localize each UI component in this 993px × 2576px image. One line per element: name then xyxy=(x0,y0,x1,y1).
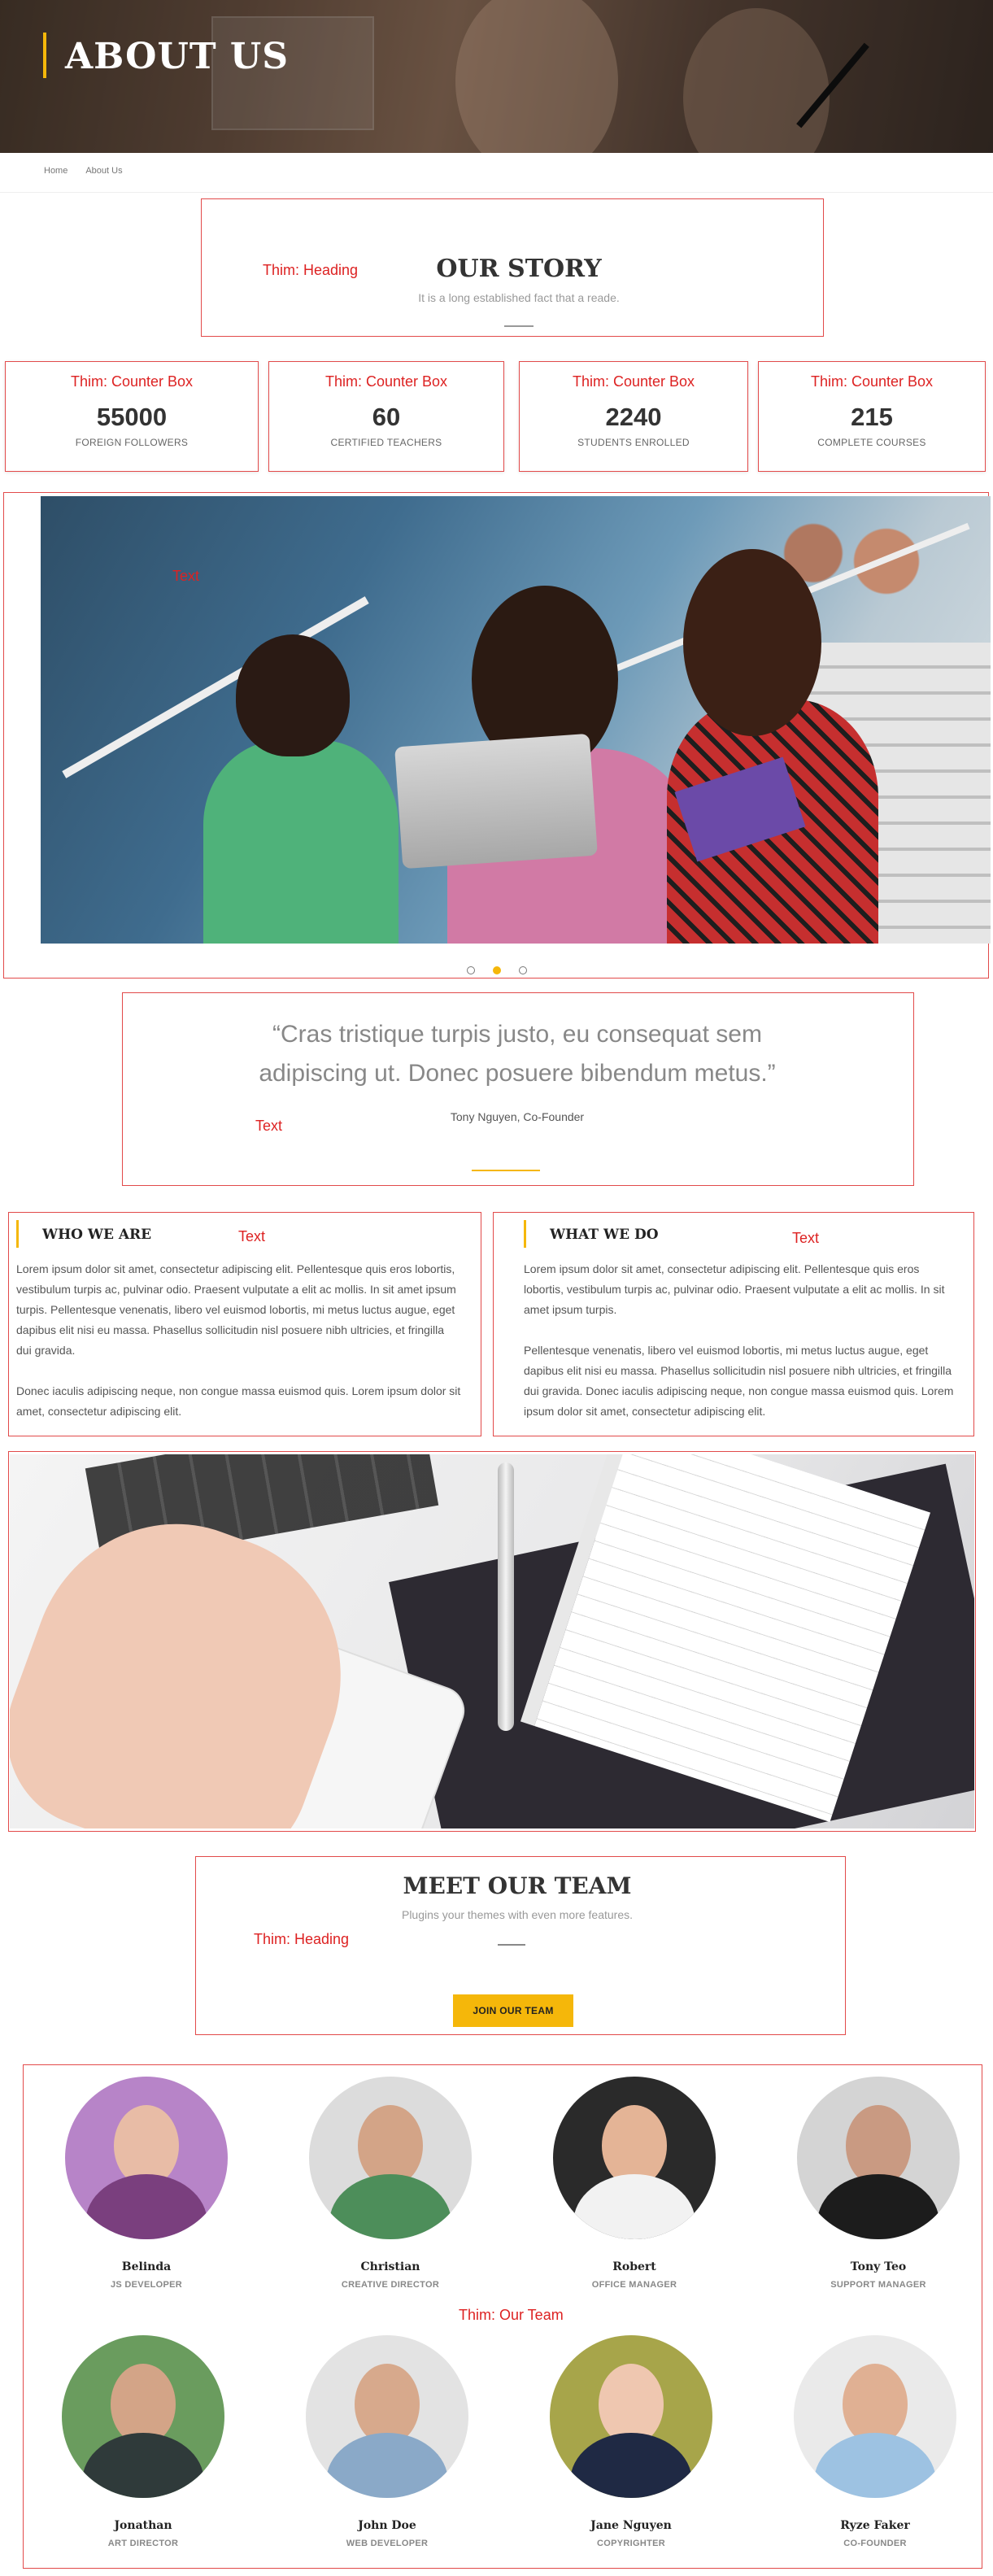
student-head xyxy=(683,549,821,736)
pen xyxy=(498,1462,514,1731)
member-name: Jonathan xyxy=(114,2519,172,2532)
counter-widget-label: Thim: Counter Box xyxy=(324,373,448,390)
avatar xyxy=(309,2077,472,2239)
team-member[interactable]: Robert OFFICE MANAGER xyxy=(529,2077,740,2290)
slider-dot[interactable] xyxy=(466,966,475,974)
member-name: Robert xyxy=(612,2260,656,2273)
member-role: JS DEVELOPER xyxy=(111,2280,182,2290)
avatar xyxy=(797,2077,960,2239)
counter-box: Thim: Counter Box 215 COMPLETE COURSES xyxy=(758,361,986,472)
team-member[interactable]: Jonathan ART DIRECTOR xyxy=(37,2335,249,2548)
member-name: Jane Nguyen xyxy=(590,2519,672,2532)
slider-dot[interactable] xyxy=(518,966,527,974)
member-name: John Doe xyxy=(358,2519,416,2532)
counter-value: 60 xyxy=(372,403,401,431)
student-head xyxy=(236,634,350,756)
team-list-widget-label: Thim: Our Team xyxy=(459,2307,564,2323)
testimonial-author: Tony Nguyen, Co-Founder xyxy=(450,1110,585,1123)
counter-caption: COMPLETE COURSES xyxy=(817,437,926,448)
join-our-team-button[interactable]: JOIN OUR TEAM xyxy=(453,1994,573,2027)
avatar xyxy=(794,2335,956,2498)
team-member[interactable]: Jane Nguyen COPYRIGHTER xyxy=(525,2335,737,2548)
member-name: Ryze Faker xyxy=(840,2519,910,2532)
counter-box: Thim: Counter Box 2240 STUDENTS ENROLLED xyxy=(519,361,748,472)
member-name: Christian xyxy=(360,2260,420,2273)
what-we-do-accent xyxy=(524,1220,526,1248)
avatar xyxy=(550,2335,712,2498)
breadcrumb-divider xyxy=(0,192,993,193)
what-we-do-paragraph: Lorem ipsum dolor sit amet, consectetur … xyxy=(524,1262,945,1316)
slider-pagination xyxy=(0,966,993,974)
member-role: ART DIRECTOR xyxy=(107,2539,179,2548)
hero-banner: ABOUT US xyxy=(0,0,993,153)
avatar xyxy=(306,2335,468,2498)
team-divider xyxy=(498,1944,525,1946)
member-role: CREATIVE DIRECTOR xyxy=(341,2280,440,2290)
team-member[interactable]: John Doe WEB DEVELOPER xyxy=(281,2335,493,2548)
who-we-are-paragraph: Lorem ipsum dolor sit amet, consectetur … xyxy=(16,1262,456,1357)
counter-value: 2240 xyxy=(605,403,662,431)
breadcrumb: Home About Us xyxy=(44,166,123,176)
what-we-do-title: WHAT WE DO xyxy=(550,1227,659,1243)
slider-dot-active[interactable] xyxy=(492,966,501,974)
member-role: WEB DEVELOPER xyxy=(346,2539,429,2548)
team-title: MEET OUR TEAM xyxy=(403,1872,632,1899)
who-we-are-widget-label: Text xyxy=(238,1228,266,1244)
member-role: OFFICE MANAGER xyxy=(591,2280,677,2290)
counter-value: 55000 xyxy=(96,403,168,431)
students-slider-image xyxy=(41,496,991,944)
team-member[interactable]: Ryze Faker CO-FOUNDER xyxy=(769,2335,981,2548)
quote-line: “Cras tristique turpis justo, eu consequ… xyxy=(272,1021,762,1048)
testimonial-divider xyxy=(472,1170,540,1171)
member-role: SUPPORT MANAGER xyxy=(830,2280,926,2290)
avatar xyxy=(65,2077,228,2239)
breadcrumb-current: About Us xyxy=(85,166,123,176)
story-subtitle: It is a long established fact that a rea… xyxy=(418,291,620,304)
story-title: OUR STORY xyxy=(436,255,602,283)
counter-caption: STUDENTS ENROLLED xyxy=(577,437,690,448)
member-role: COPYRIGHTER xyxy=(597,2539,665,2548)
counter-widget-label: Thim: Counter Box xyxy=(572,373,695,390)
team-member[interactable]: Tony Teo SUPPORT MANAGER xyxy=(773,2077,984,2290)
avatar xyxy=(553,2077,716,2239)
laptop xyxy=(394,733,598,870)
desk-image xyxy=(10,1454,974,1828)
counter-value: 215 xyxy=(851,403,893,431)
what-we-do-paragraph: Pellentesque venenatis, libero vel euism… xyxy=(524,1344,954,1418)
team-subtitle: Plugins your themes with even more featu… xyxy=(401,1908,634,1921)
member-name: Belinda xyxy=(121,2260,172,2273)
team-heading-widget-label: Thim: Heading xyxy=(254,1931,350,1947)
counter-caption: CERTIFIED TEACHERS xyxy=(330,437,442,448)
testimonial-quote: “Cras tristique turpis justo, eu consequ… xyxy=(124,1015,911,1093)
who-we-are-paragraph: Donec iaculis adipiscing neque, non cong… xyxy=(16,1384,461,1418)
student-body xyxy=(203,740,399,944)
slider-widget-label: Text xyxy=(172,568,200,584)
counter-caption: FOREIGN FOLLOWERS xyxy=(75,437,189,448)
counter-box: Thim: Counter Box 55000 FOREIGN FOLLOWER… xyxy=(5,361,259,472)
member-name: Tony Teo xyxy=(850,2260,907,2273)
what-we-do-widget-label: Text xyxy=(792,1230,820,1246)
counter-box: Thim: Counter Box 60 CERTIFIED TEACHERS xyxy=(268,361,504,472)
hero-accent-bar xyxy=(43,33,46,78)
avatar xyxy=(62,2335,224,2498)
counter-widget-label: Thim: Counter Box xyxy=(810,373,934,390)
member-role: CO-FOUNDER xyxy=(843,2539,907,2548)
who-we-are-accent xyxy=(16,1220,19,1248)
who-we-are-title: WHO WE ARE xyxy=(42,1227,152,1243)
counter-widget-label: Thim: Counter Box xyxy=(70,373,194,390)
breadcrumb-home-link[interactable]: Home xyxy=(44,166,68,176)
story-divider xyxy=(504,325,534,327)
team-member[interactable]: Christian CREATIVE DIRECTOR xyxy=(285,2077,496,2290)
quote-line: adipiscing ut. Donec posuere bibendum me… xyxy=(259,1060,776,1087)
team-member[interactable]: Belinda JS DEVELOPER xyxy=(41,2077,252,2290)
page-title: ABOUT US xyxy=(65,36,290,77)
